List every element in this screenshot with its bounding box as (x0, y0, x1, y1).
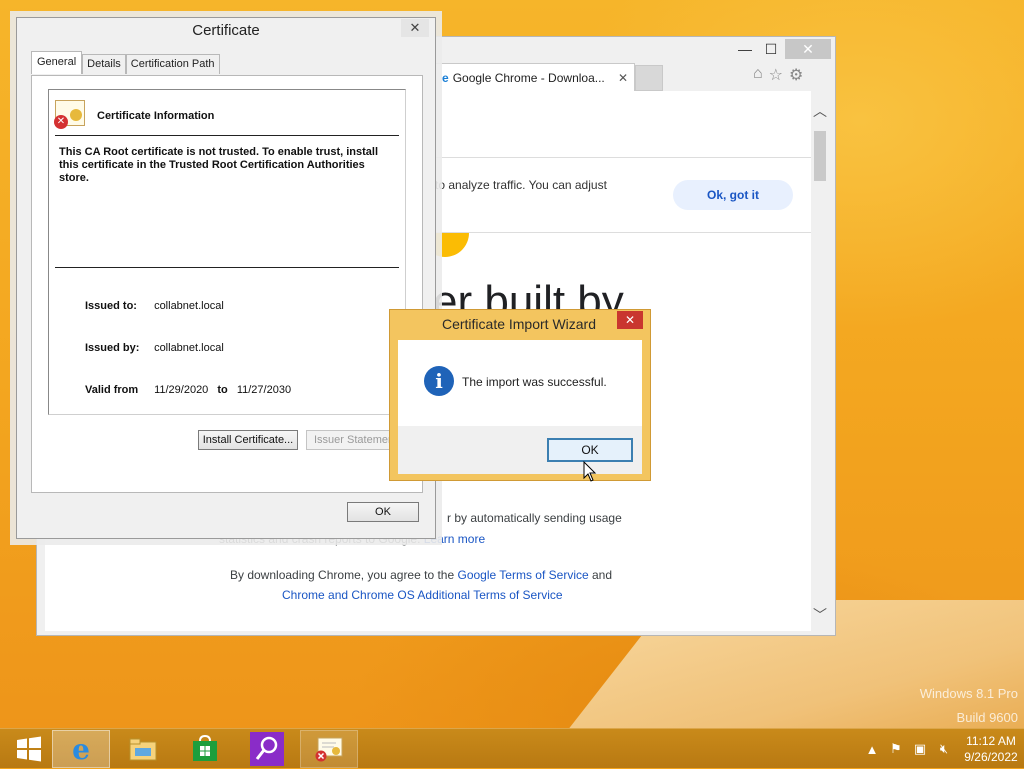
tab-certification-path[interactable]: Certification Path (125, 54, 220, 74)
volume-muted-icon[interactable]: 🔇︎ (934, 739, 954, 759)
taskbar: e ▲ ⚑ ▣ 🔇︎ 11:12 AM 9/26/2022 (0, 728, 1024, 768)
taskbar-internet-explorer[interactable]: e (52, 730, 110, 768)
divider (55, 135, 399, 136)
dialog-footer: OK (398, 426, 642, 474)
dialog-body: i The import was successful. OK (398, 340, 642, 474)
divider (55, 267, 399, 268)
ok-got-it-button[interactable]: Ok, got it (673, 180, 793, 210)
additional-terms-link[interactable]: Chrome and Chrome OS Additional Terms of… (282, 588, 563, 602)
taskbar-search-app[interactable] (238, 730, 296, 768)
action-center-flag-icon[interactable]: ⚑ (886, 739, 906, 759)
mouse-cursor-icon (583, 461, 597, 482)
valid-from-value: 11/29/2020 (154, 384, 209, 396)
clock-date: 9/26/2022 (964, 750, 1018, 764)
windows-logo-icon (17, 736, 41, 762)
tab-details[interactable]: Details (82, 54, 126, 74)
clock-time: 11:12 AM (966, 734, 1016, 748)
additional-terms-line: Chrome and Chrome OS Additional Terms of… (282, 588, 563, 602)
error-x-icon: ✕ (54, 115, 68, 129)
folder-icon (129, 738, 157, 761)
taskbar-file-explorer[interactable] (114, 730, 172, 768)
issued-to-row: Issued to: collabnet.local (85, 300, 224, 312)
issued-to-label: Issued to: (85, 300, 137, 312)
terms-prefix: By downloading Chrome, you agree to the (230, 568, 455, 582)
browser-tab[interactable]: e Google Chrome - Downloa... ✕ (435, 63, 635, 91)
show-hidden-icons-icon[interactable]: ▲ (862, 739, 882, 759)
terms-and: and (592, 568, 613, 582)
taskbar-store[interactable] (176, 730, 234, 768)
seal-icon (70, 109, 82, 121)
valid-from-label: Valid from (85, 384, 139, 396)
general-panel: ✕ Certificate Information This CA Root c… (31, 75, 423, 493)
magnifier-icon (250, 732, 284, 766)
certificate-info-title: Certificate Information (97, 110, 215, 122)
network-icon[interactable]: ▣ (910, 739, 930, 759)
windows-build-watermark: Build 9600 (956, 710, 1018, 725)
valid-to-value: 11/27/2030 (236, 384, 292, 396)
settings-gear-icon[interactable]: ⚙ (789, 65, 803, 85)
store-bag-icon (193, 735, 217, 761)
trust-warning: This CA Root certificate is not trusted.… (59, 146, 379, 184)
usage-text: r by automatically sending usage (447, 511, 622, 525)
certificate-icon (315, 737, 343, 762)
dialog-title: Certificate (192, 22, 260, 39)
tab-general[interactable]: General (31, 51, 83, 74)
ok-button[interactable]: OK (547, 438, 633, 462)
browser-toolbar: ⌂ ☆ ⚙ (753, 65, 803, 85)
close-tab-icon[interactable]: ✕ (618, 71, 628, 85)
issued-by-label: Issued by: (85, 342, 140, 354)
ok-button[interactable]: OK (347, 502, 419, 522)
internet-explorer-icon: e (72, 732, 90, 766)
scroll-up-icon[interactable]: ︿ (811, 101, 829, 121)
scroll-thumb[interactable] (814, 131, 826, 181)
close-button[interactable]: ✕ (617, 311, 643, 329)
close-button[interactable]: ✕ (401, 19, 429, 37)
close-button[interactable]: ✕ (785, 39, 831, 59)
windows-edition-watermark: Windows 8.1 Pro (919, 686, 1018, 701)
scroll-down-icon[interactable]: ﹀ (811, 605, 829, 625)
issued-to-value: collabnet.local (154, 300, 224, 312)
system-tray: ▲ ⚑ ▣ 🔇︎ 11:12 AM 9/26/2022 (862, 729, 1024, 769)
certificate-error-icon: ✕ (54, 100, 85, 129)
issued-by-value: collabnet.local (154, 342, 224, 354)
tab-title: Google Chrome - Downloa... (452, 70, 605, 85)
internet-explorer-icon: e (442, 70, 449, 85)
valid-to-label: to (217, 384, 228, 396)
home-icon[interactable]: ⌂ (753, 65, 763, 85)
taskbar-certificate[interactable] (300, 730, 358, 768)
validity-row: Valid from 11/29/2020 to 11/27/2030 (85, 384, 291, 396)
terms-line: By downloading Chrome, you agree to the … (230, 568, 612, 582)
issued-by-row: Issued by: collabnet.local (85, 342, 224, 354)
cookie-text: to analyze traffic. You can adjust (435, 178, 607, 192)
success-message: The import was successful. (462, 375, 607, 389)
google-terms-link[interactable]: Google Terms of Service (457, 568, 588, 582)
clock[interactable]: 11:12 AM 9/26/2022 (958, 733, 1024, 765)
dialog-title: Certificate Import Wizard (441, 316, 597, 332)
certificate-info-box: ✕ Certificate Information This CA Root c… (48, 89, 406, 415)
tab-strip: General Details Certification Path (31, 51, 220, 74)
favorites-star-icon[interactable]: ☆ (769, 65, 783, 85)
information-icon: i (424, 366, 454, 396)
maximize-button[interactable]: ☐ (755, 39, 787, 59)
vertical-scrollbar[interactable]: ︿ ﹀ (811, 91, 829, 631)
certificate-dialog: Certificate ✕ General Details Certificat… (16, 17, 436, 539)
install-certificate-button[interactable]: Install Certificate... (198, 430, 298, 450)
new-tab-button[interactable] (635, 65, 663, 91)
start-button[interactable] (0, 730, 58, 768)
import-wizard-dialog: Certificate Import Wizard ✕ i The import… (389, 309, 651, 481)
